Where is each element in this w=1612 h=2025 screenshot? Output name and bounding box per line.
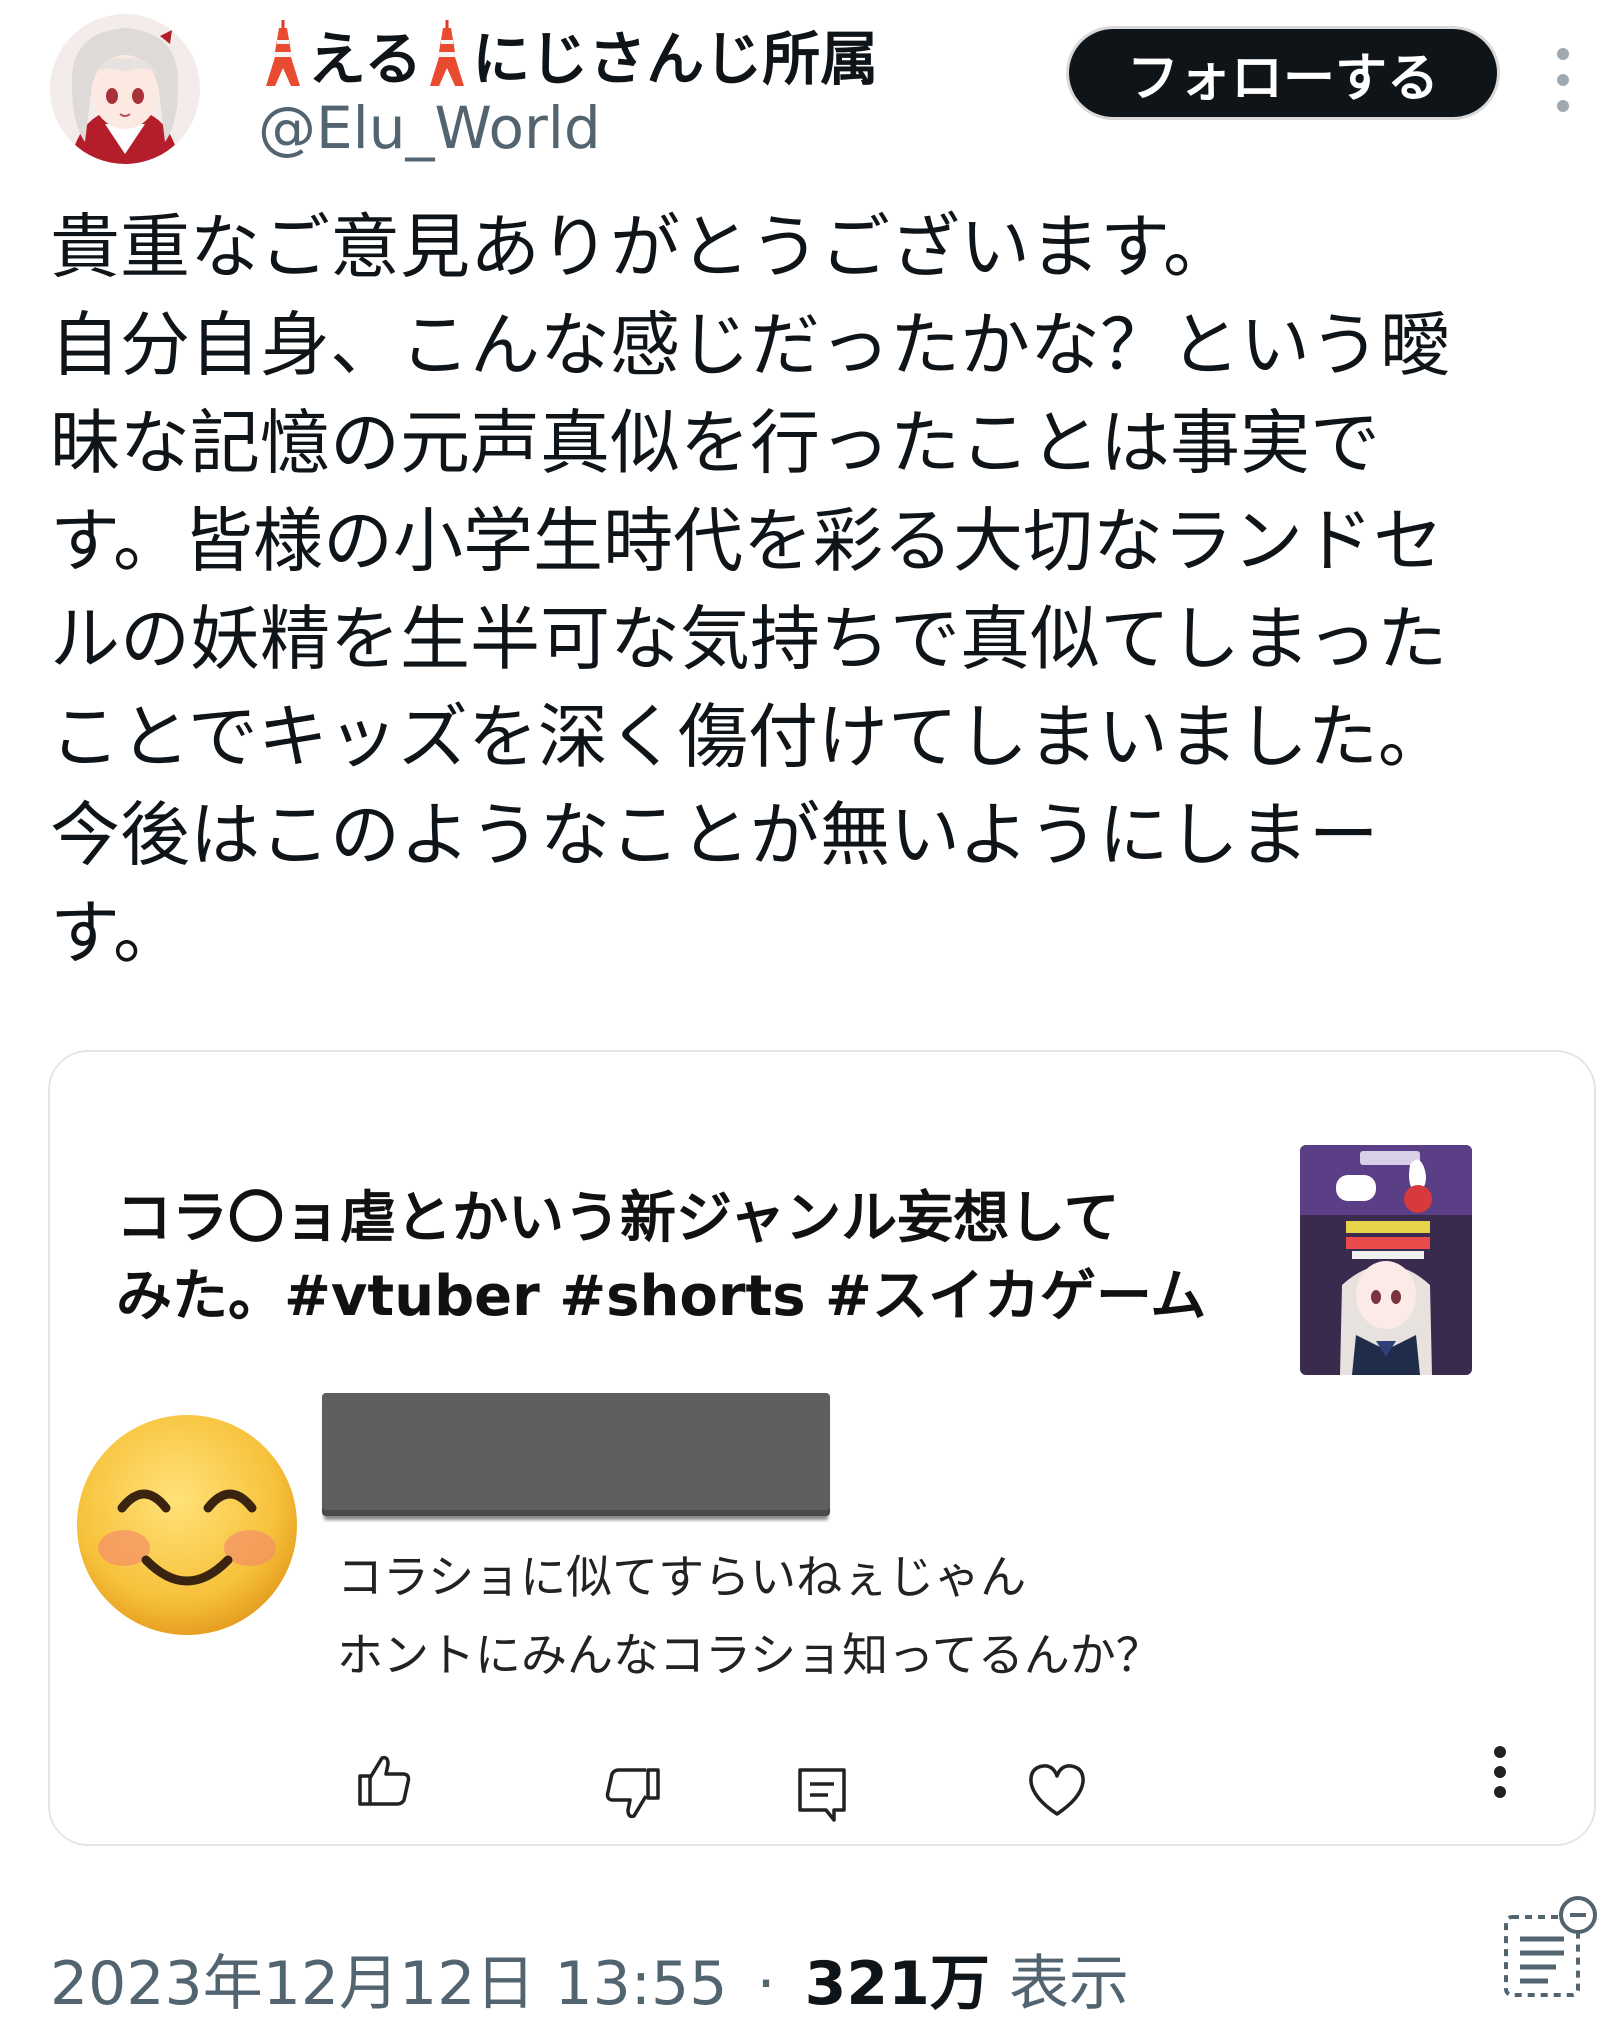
tweet-line: す。皆様の小学生時代を彩る大切なランドセ — [50, 500, 1443, 582]
comment-text: コラショに似てすらいねぇじゃん ホントにみんなコラショ知ってるんか？ — [337, 1538, 1162, 1694]
thumbs-down-icon[interactable] — [600, 1762, 664, 1826]
comment-line: ホントにみんなコラショ知ってるんか？ — [337, 1628, 1162, 1682]
video-title-line: みた。#vtuber #shorts #スイカゲーム — [116, 1264, 1207, 1329]
tweet-text: 貴重なご意見ありがとうございます。 自分自身、こんな感じだったかな？という曖 昧… — [50, 198, 1570, 982]
author-display-name[interactable]: える にじさんじ所属 — [258, 14, 878, 94]
translate-list-icon[interactable] — [1500, 1895, 1600, 2000]
views-label: 表示 — [1008, 1949, 1129, 2019]
redacted-username — [322, 1393, 830, 1516]
comment-line: コラショに似てすらいねぇじゃん — [337, 1550, 1027, 1604]
video-thumbnail[interactable] — [1300, 1145, 1472, 1375]
tweet-line: 昧な記憶の元声真似を行ったことは事実で — [50, 402, 1380, 484]
separator: · — [756, 1949, 776, 2019]
author-name-part2: にじさんじ所属 — [472, 25, 879, 93]
tweet-line: 貴重なご意見ありがとうございます。 — [50, 206, 1233, 288]
tweet-metadata: 2023年12月12日 13:55 · 321万 表示 — [50, 1935, 1129, 2022]
video-title: コラ〇ョ虐とかいう新ジャンル妄想して みた。#vtuber #shorts #ス… — [116, 1180, 1216, 1336]
more-vertical-icon[interactable] — [1548, 40, 1578, 120]
views-count[interactable]: 321万 — [805, 1949, 990, 2019]
tweet-line: 自分自身、こんな感じだったかな？という曖 — [50, 304, 1450, 386]
tweet-line: す。 — [50, 892, 183, 974]
tweet-line: 今後はこのようなことが無いようにしまー — [50, 794, 1379, 876]
smiling-face-emoji — [72, 1410, 302, 1640]
tokyo-tower-icon — [424, 18, 470, 90]
author-handle[interactable]: @Elu_World — [258, 94, 601, 162]
tokyo-tower-icon — [260, 18, 306, 90]
tweet-line: ルの妖精を生半可な気持ちで真似てしまった — [50, 598, 1448, 680]
timestamp[interactable]: 2023年12月12日 13:55 — [50, 1949, 727, 2019]
more-vertical-icon[interactable] — [1480, 1740, 1520, 1804]
follow-button[interactable]: フォローする — [1066, 26, 1500, 120]
tweet-line: ことでキッズを深く傷付けてしまいました。 — [50, 696, 1448, 778]
heart-icon[interactable] — [1025, 1758, 1089, 1822]
comment-icon[interactable] — [790, 1762, 854, 1826]
author-name-part1: える — [308, 25, 423, 93]
author-avatar[interactable] — [50, 14, 200, 164]
thumbs-up-icon[interactable] — [352, 1748, 416, 1812]
video-title-line: コラ〇ョ虐とかいう新ジャンル妄想して — [116, 1186, 1120, 1251]
